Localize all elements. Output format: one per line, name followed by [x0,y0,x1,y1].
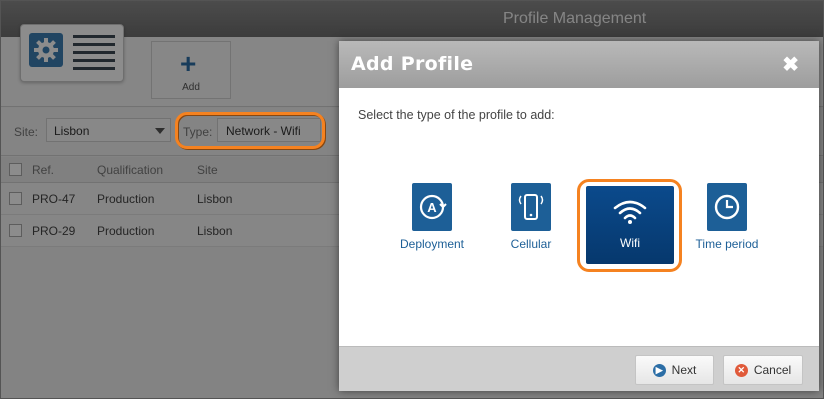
next-button-label: Next [671,363,697,377]
next-button[interactable]: ▶ Next [635,355,714,385]
deployment-icon: A [412,183,452,231]
profile-type-cellular[interactable]: Cellular [481,183,581,251]
dialog-header: Add Profile ✖ [339,41,819,88]
cancel-x-icon: ✕ [734,363,748,377]
dialog-footer: ▶ Next ✕ Cancel [339,346,819,391]
wifi-selection-highlight [577,179,682,272]
clock-icon [707,183,747,231]
cancel-button[interactable]: ✕ Cancel [723,355,803,385]
cellular-icon [511,183,551,231]
profile-type-label: Cellular [510,237,552,251]
type-filter-highlight-overlay [175,112,325,149]
close-icon[interactable]: ✖ [782,52,799,77]
dialog-prompt: Select the type of the profile to add: [358,108,555,122]
profile-type-deployment[interactable]: A Deployment [382,183,482,251]
profile-type-label: Deployment [399,237,465,251]
profile-type-time-period[interactable]: Time period [677,183,777,251]
profile-type-label: Time period [695,237,759,251]
dialog-body: Select the type of the profile to add: A… [339,88,819,346]
add-profile-dialog: Add Profile ✖ Select the type of the pro… [339,41,819,391]
cancel-button-label: Cancel [753,363,792,377]
svg-text:A: A [427,200,437,215]
dialog-title: Add Profile [351,53,474,75]
next-arrow-icon: ▶ [652,363,666,377]
